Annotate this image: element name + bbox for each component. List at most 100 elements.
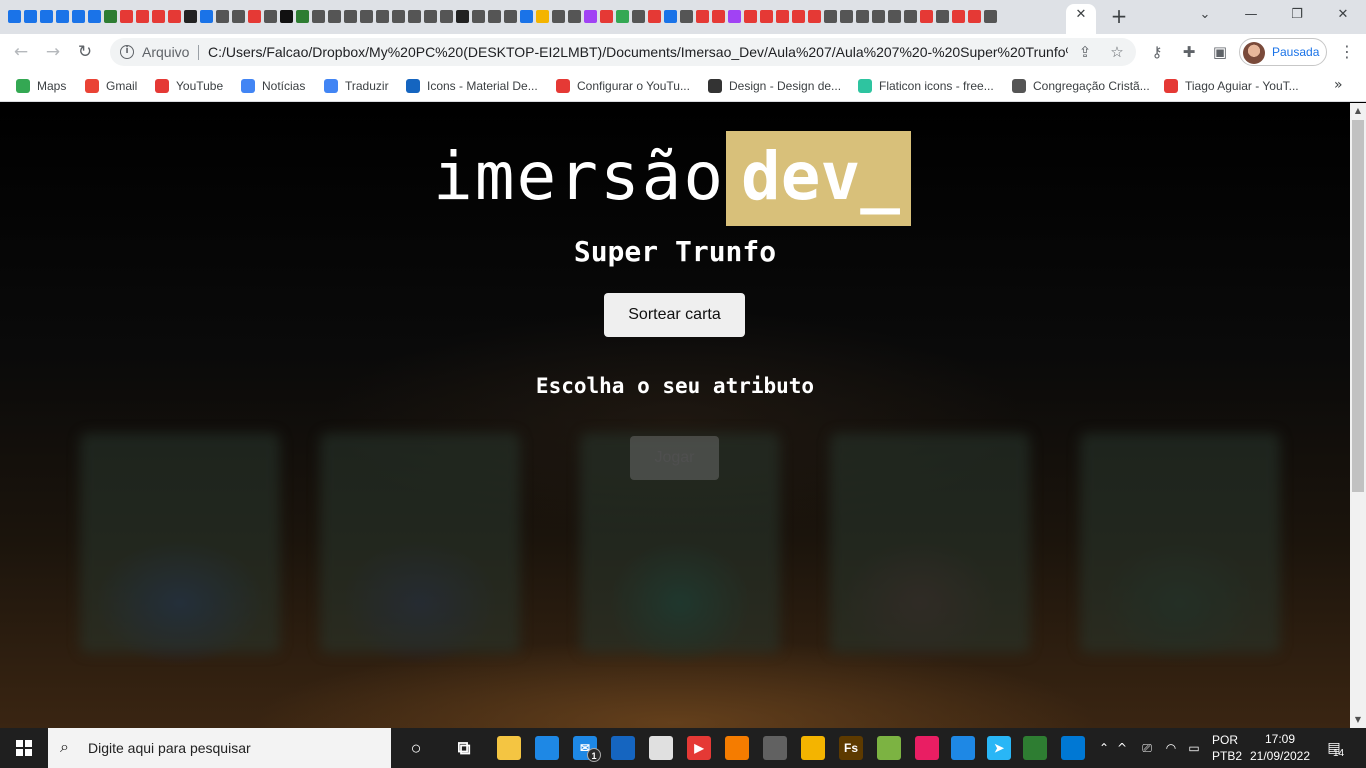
tab-favicon-icon[interactable]: [520, 10, 533, 23]
tab-favicon-icon[interactable]: [136, 10, 149, 23]
scroll-down-arrow-icon[interactable]: ▼: [1350, 712, 1366, 728]
paint-icon[interactable]: [649, 736, 673, 760]
page-scrollbar[interactable]: ▲ ▼: [1350, 103, 1366, 728]
bookmark-item[interactable]: Notícias: [241, 77, 305, 95]
tab-favicon-icon[interactable]: [904, 10, 917, 23]
reload-button[interactable]: ↻: [73, 40, 97, 64]
tab-favicon-icon[interactable]: [120, 10, 133, 23]
store-icon[interactable]: [535, 736, 559, 760]
avatar-app-icon[interactable]: [801, 736, 825, 760]
tab-search-dropdown-icon[interactable]: ⌄: [1182, 4, 1228, 26]
tab-favicon-icon[interactable]: [56, 10, 69, 23]
bookmark-item[interactable]: Design - Design de...: [708, 77, 841, 95]
tab-favicon-icon[interactable]: [168, 10, 181, 23]
bookmark-item[interactable]: Tiago Aguiar - YouT...: [1164, 77, 1299, 95]
tab-favicon-icon[interactable]: [728, 10, 741, 23]
tab-favicon-icon[interactable]: [568, 10, 581, 23]
tab-favicon-icon[interactable]: [328, 10, 341, 23]
tray-chevron-icon[interactable]: ⌃: [1096, 740, 1112, 756]
tab-favicon-icon[interactable]: [648, 10, 661, 23]
tab-favicon-icon[interactable]: [200, 10, 213, 23]
meet-now-icon[interactable]: ⎚: [1139, 740, 1155, 756]
tab-favicon-icon[interactable]: [968, 10, 981, 23]
tab-favicon-icon[interactable]: [72, 10, 85, 23]
tab-favicon-icon[interactable]: [936, 10, 949, 23]
tab-favicon-icon[interactable]: [456, 10, 469, 23]
tab-favicon-icon[interactable]: [264, 10, 277, 23]
tab-favicon-icon[interactable]: [984, 10, 997, 23]
close-window-button[interactable]: ✕: [1320, 4, 1366, 26]
bookmark-item[interactable]: Gmail: [85, 77, 137, 95]
forward-button[interactable]: →: [41, 40, 65, 64]
creative-cloud-icon[interactable]: [915, 736, 939, 760]
share-icon[interactable]: ⇪: [1076, 43, 1094, 61]
wifi-icon[interactable]: ◠: [1163, 740, 1179, 756]
tab-favicon-icon[interactable]: [360, 10, 373, 23]
bookmark-star-icon[interactable]: ☆: [1108, 43, 1126, 61]
tab-favicon-icon[interactable]: [584, 10, 597, 23]
minimize-button[interactable]: —: [1228, 4, 1274, 26]
tab-favicon-icon[interactable]: [408, 10, 421, 23]
file-explorer-icon[interactable]: [497, 736, 521, 760]
tab-favicon-icon[interactable]: [296, 10, 309, 23]
calculator-icon[interactable]: [763, 736, 787, 760]
site-info-icon[interactable]: i: [120, 45, 134, 59]
clock[interactable]: 17:09 21/09/2022: [1248, 728, 1312, 768]
draw-card-button[interactable]: Sortear carta: [604, 293, 745, 337]
extension-key-icon[interactable]: ⚷: [1148, 43, 1166, 61]
bookmark-item[interactable]: Traduzir: [324, 77, 389, 95]
tab-favicon-icon[interactable]: [344, 10, 357, 23]
tab-favicon-icon[interactable]: [280, 10, 293, 23]
telegram-icon[interactable]: ➤: [987, 736, 1011, 760]
tab-favicon-icon[interactable]: [872, 10, 885, 23]
tab-favicon-icon[interactable]: [792, 10, 805, 23]
vscode-icon[interactable]: [1061, 736, 1085, 760]
taskbar-search[interactable]: ⌕ Digite aqui para pesquisar: [48, 728, 391, 768]
tab-favicon-icon[interactable]: [888, 10, 901, 23]
address-url[interactable]: C:/Users/Falcao/Dropbox/My%20PC%20(DESKT…: [208, 44, 1068, 60]
tab-favicon-icon[interactable]: [24, 10, 37, 23]
bookmarks-overflow-icon[interactable]: »: [1334, 77, 1343, 93]
scroll-up-arrow-icon[interactable]: ▲: [1350, 103, 1366, 119]
tab-favicon-icon[interactable]: [760, 10, 773, 23]
tab-favicon-icon[interactable]: [392, 10, 405, 23]
tab-favicon-icon[interactable]: [840, 10, 853, 23]
youtube-icon[interactable]: ▶: [687, 736, 711, 760]
battery-icon[interactable]: ▭: [1186, 740, 1202, 756]
side-panel-icon[interactable]: ▣: [1211, 43, 1229, 61]
tab-favicon-icon[interactable]: [808, 10, 821, 23]
bookmark-item[interactable]: Flaticon icons - free...: [858, 77, 994, 95]
tab-favicon-icon[interactable]: [472, 10, 485, 23]
tab-favicon-icon[interactable]: [552, 10, 565, 23]
show-hidden-icons[interactable]: ^: [1114, 740, 1130, 756]
tab-favicon-icon[interactable]: [712, 10, 725, 23]
tab-favicon-icon[interactable]: [776, 10, 789, 23]
tab-favicon-icon[interactable]: [680, 10, 693, 23]
scroll-thumb[interactable]: [1352, 120, 1364, 492]
bookmark-item[interactable]: YouTube: [155, 77, 223, 95]
address-bar[interactable]: i Arquivo C:/Users/Falcao/Dropbox/My%20P…: [110, 38, 1136, 66]
bookmark-item[interactable]: Icons - Material De...: [406, 77, 538, 95]
tab-favicon-icon[interactable]: [824, 10, 837, 23]
github-icon[interactable]: [611, 736, 635, 760]
bookmark-item[interactable]: Maps: [16, 77, 66, 95]
cortana-icon[interactable]: ○: [404, 736, 428, 760]
close-tab-icon[interactable]: ✕: [1073, 7, 1089, 23]
network-app-icon[interactable]: [951, 736, 975, 760]
evernote-icon[interactable]: [1023, 736, 1047, 760]
tab-favicon-icon[interactable]: [504, 10, 517, 23]
tab-favicon-icon[interactable]: [8, 10, 21, 23]
back-button[interactable]: ←: [9, 40, 33, 64]
task-view-icon[interactable]: ⧉: [452, 736, 476, 760]
restore-button[interactable]: ❐: [1274, 4, 1320, 26]
tab-favicon-icon[interactable]: [40, 10, 53, 23]
new-tab-button[interactable]: +: [1108, 6, 1130, 28]
tab-favicon-icon[interactable]: [952, 10, 965, 23]
tab-favicon-icon[interactable]: [488, 10, 501, 23]
tab-favicon-icon[interactable]: [536, 10, 549, 23]
extensions-puzzle-icon[interactable]: ✚: [1180, 43, 1198, 61]
tab-favicon-icon[interactable]: [664, 10, 677, 23]
xampp-icon[interactable]: [725, 736, 749, 760]
tab-favicon-icon[interactable]: [696, 10, 709, 23]
tab-favicon-icon[interactable]: [616, 10, 629, 23]
